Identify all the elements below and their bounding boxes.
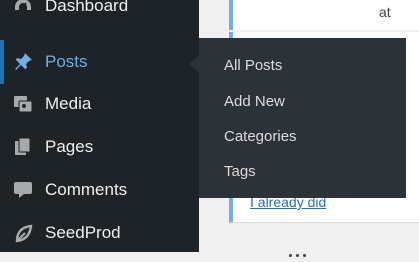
flyout-pointer [189, 55, 199, 73]
notice-text-fragment: at [379, 4, 391, 20]
sidebar-item-label: Posts [45, 52, 88, 71]
loading-dots [289, 244, 329, 257]
sidebar-item-comments[interactable]: Comments [0, 170, 199, 210]
submenu-tags[interactable]: Tags [224, 163, 256, 180]
comments-icon [12, 179, 34, 201]
sidebar-item-posts[interactable]: Posts [0, 42, 199, 82]
sidebar-item-label: Comments [45, 180, 128, 199]
submenu-categories[interactable]: Categories [224, 128, 297, 145]
sidebar-item-dashboard[interactable]: Dashboard [0, 0, 199, 26]
sidebar-item-label: Media [45, 94, 92, 113]
submenu-add-new[interactable]: Add New [224, 93, 285, 110]
posts-submenu: All Posts Add New Categories Tags [199, 38, 406, 198]
sidebar-item-seedprod[interactable]: SeedProd [0, 213, 199, 253]
admin-sidebar: Dashboard Posts Media Pages Comments See… [0, 0, 199, 252]
sidebar-item-label: SeedProd [45, 223, 121, 242]
pin-icon [12, 51, 34, 73]
sidebar-item-media[interactable]: Media [0, 84, 199, 124]
submenu-all-posts[interactable]: All Posts [224, 57, 282, 74]
notice-card: at [229, 0, 419, 30]
pages-icon [12, 136, 34, 158]
dashboard-icon [12, 0, 34, 17]
sidebar-item-label: Pages [45, 137, 94, 156]
seedprod-icon [12, 222, 34, 244]
sidebar-item-pages[interactable]: Pages [0, 127, 199, 167]
media-icon [12, 93, 34, 115]
sidebar-item-label: Dashboard [45, 0, 129, 15]
